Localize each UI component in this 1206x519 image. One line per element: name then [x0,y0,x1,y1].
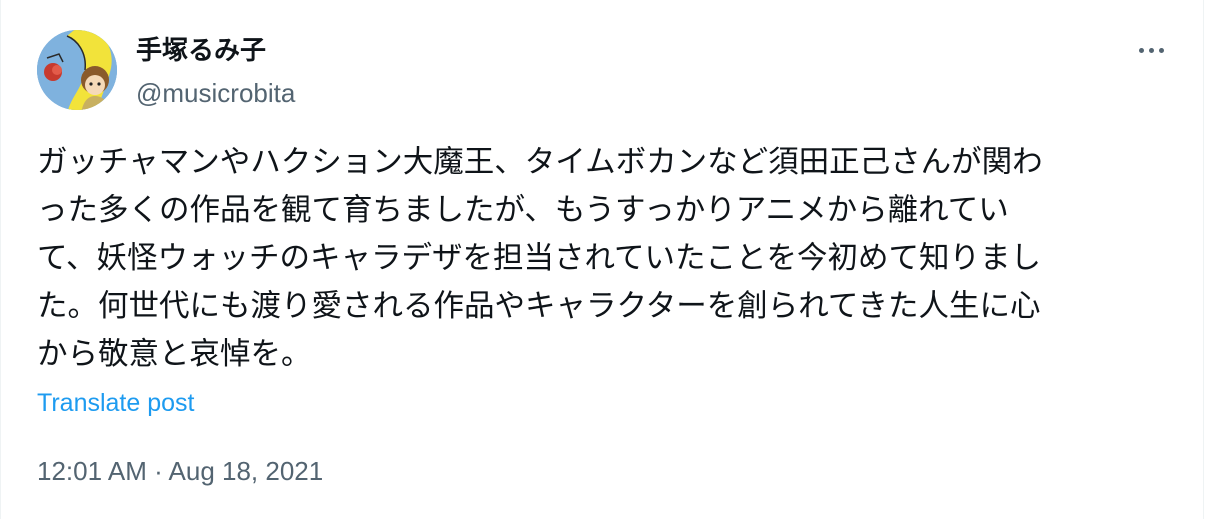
user-handle[interactable]: @musicrobita [136,77,295,109]
translate-post-link[interactable]: Translate post [37,387,194,419]
post-text-line: った多くの作品を観て育ちましたが、もうすっかりアニメから離れてい [37,193,1009,228]
more-dot [1148,47,1154,53]
avatar[interactable] [37,30,117,110]
post-timestamp[interactable]: 12:01 AM · Aug 18, 2021 [37,455,323,487]
avatar-illustration [37,30,117,110]
post-text-line: た。何世代にも渡り愛される作品やキャラクターを創られてきた人生に心 [37,289,1041,324]
display-name[interactable]: 手塚るみ子 [136,35,266,67]
post-text-line: から敬意と哀悼を。 [37,337,312,372]
more-dots-icon[interactable] [1131,36,1171,64]
more-dot [1138,47,1144,53]
more-dot [1158,47,1164,53]
post-text-line: ガッチャマンやハクション大魔王、タイムボカンなど須田正己さんが関わ [37,145,1043,180]
post-text-line: て、妖怪ウォッチのキャラデザを担当されていたことを今初めて知りまし [37,241,1042,276]
post-card: 手塚るみ子 @musicrobita ガッチャマンやハクション大魔王、タイムボカ… [0,0,1204,519]
post-text: ガッチャマンやハクション大魔王、タイムボカンなど須田正己さんが関わ った多くの作… [37,139,1177,379]
